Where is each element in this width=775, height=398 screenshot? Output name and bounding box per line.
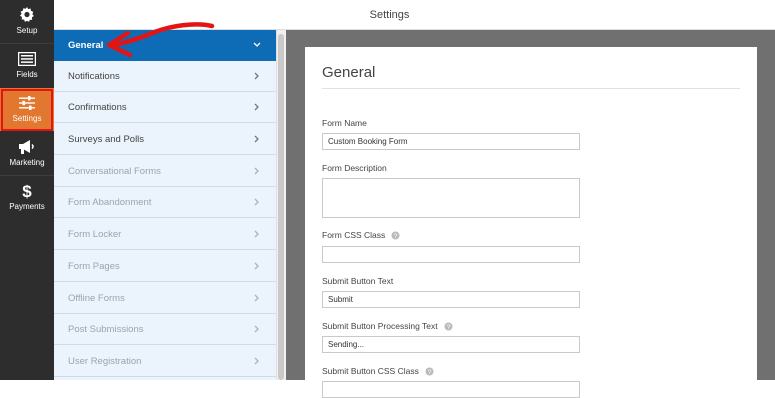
sliders-icon (17, 94, 37, 112)
form-description-textarea[interactable] (322, 178, 580, 218)
settings-item-label: Offline Forms (68, 292, 125, 304)
settings-item-label: Post Submissions (68, 323, 144, 335)
submit-css-class-input[interactable] (322, 381, 580, 398)
page-title: Settings (369, 8, 410, 21)
chevron-right-icon (252, 261, 262, 271)
chevron-right-icon (252, 324, 262, 334)
nav-fields[interactable]: Fields (0, 44, 54, 87)
svg-text:?: ? (446, 324, 450, 331)
form-name-input[interactable]: Custom Booking Form (322, 133, 580, 150)
help-icon[interactable]: ? (444, 322, 453, 331)
submit-processing-text-label: Submit Button Processing Text ? (322, 321, 453, 331)
chevron-right-icon (252, 166, 262, 176)
chevron-right-icon (252, 134, 262, 144)
submit-processing-text-input[interactable]: Sending... (322, 336, 580, 353)
nav-label: Setup (16, 26, 38, 35)
megaphone-icon (17, 138, 37, 156)
form-description-label: Form Description (322, 163, 387, 173)
settings-item-surveys-and-polls[interactable]: Surveys and Polls (54, 124, 276, 155)
help-icon[interactable]: ? (425, 367, 434, 376)
settings-item-user-registration[interactable]: User Registration (54, 346, 276, 377)
settings-item-general[interactable]: General (54, 30, 276, 61)
nav-label: Settings (12, 114, 42, 123)
divider (322, 88, 740, 89)
panel-scrollbar-thumb[interactable] (278, 34, 284, 380)
settings-item-label: User Registration (68, 355, 142, 367)
settings-item-label: General (68, 39, 104, 51)
settings-item-confirmations[interactable]: Confirmations (54, 92, 276, 123)
svg-text:?: ? (394, 233, 398, 240)
settings-item-form-pages[interactable]: Form Pages (54, 251, 276, 282)
submit-css-class-label: Submit Button CSS Class ? (322, 366, 434, 376)
svg-text:$: $ (22, 182, 32, 200)
chevron-right-icon (252, 229, 262, 239)
nav-marketing[interactable]: Marketing (0, 132, 54, 175)
general-settings-card: General Form Name Custom Booking Form Fo… (305, 47, 757, 398)
settings-item-label: Conversational Forms (68, 165, 161, 177)
section-title: General (322, 64, 376, 81)
settings-panel: General Notifications Confirmations Surv… (54, 30, 277, 380)
form-name-label: Form Name (322, 118, 367, 128)
settings-item-label: Confirmations (68, 101, 127, 113)
settings-item-form-locker[interactable]: Form Locker (54, 219, 276, 250)
svg-text:?: ? (428, 369, 432, 376)
settings-content: General Form Name Custom Booking Form Fo… (286, 30, 775, 398)
nav-setup[interactable]: Setup (0, 0, 54, 43)
settings-item-label: Notifications (68, 70, 120, 82)
chevron-right-icon (252, 71, 262, 81)
gear-icon (17, 6, 37, 24)
settings-item-label: Form Pages (68, 260, 120, 272)
nav-label: Fields (16, 70, 38, 79)
fields-icon (17, 50, 37, 68)
nav-label: Marketing (9, 158, 45, 167)
chevron-right-icon (252, 102, 262, 112)
settings-item-label: Form Locker (68, 228, 122, 240)
form-css-class-input[interactable] (322, 246, 580, 263)
help-icon[interactable]: ? (391, 231, 400, 240)
chevron-right-icon (252, 356, 262, 366)
chevron-right-icon (252, 293, 262, 303)
settings-item-label: Surveys and Polls (68, 133, 145, 145)
settings-item-label: Form Abandonment (68, 196, 152, 208)
submit-button-text-input[interactable]: Submit (322, 291, 580, 308)
settings-item-notifications[interactable]: Notifications (54, 61, 276, 92)
dollar-icon: $ (17, 182, 37, 200)
top-bar: Settings (54, 0, 775, 30)
form-css-class-label: Form CSS Class ? (322, 230, 400, 240)
submit-button-text-label: Submit Button Text (322, 276, 394, 286)
builder-left-nav: Setup Fields Settings Marketing $ Paymen… (0, 0, 54, 380)
settings-item-conversational-forms[interactable]: Conversational Forms (54, 156, 276, 187)
settings-item-offline-forms[interactable]: Offline Forms (54, 283, 276, 314)
settings-item-post-submissions[interactable]: Post Submissions (54, 314, 276, 345)
nav-label: Payments (9, 202, 45, 211)
settings-item-form-abandonment[interactable]: Form Abandonment (54, 187, 276, 218)
nav-settings[interactable]: Settings (0, 88, 54, 131)
chevron-right-icon (252, 197, 262, 207)
chevron-down-icon (252, 40, 262, 50)
nav-payments[interactable]: $ Payments (0, 176, 54, 219)
